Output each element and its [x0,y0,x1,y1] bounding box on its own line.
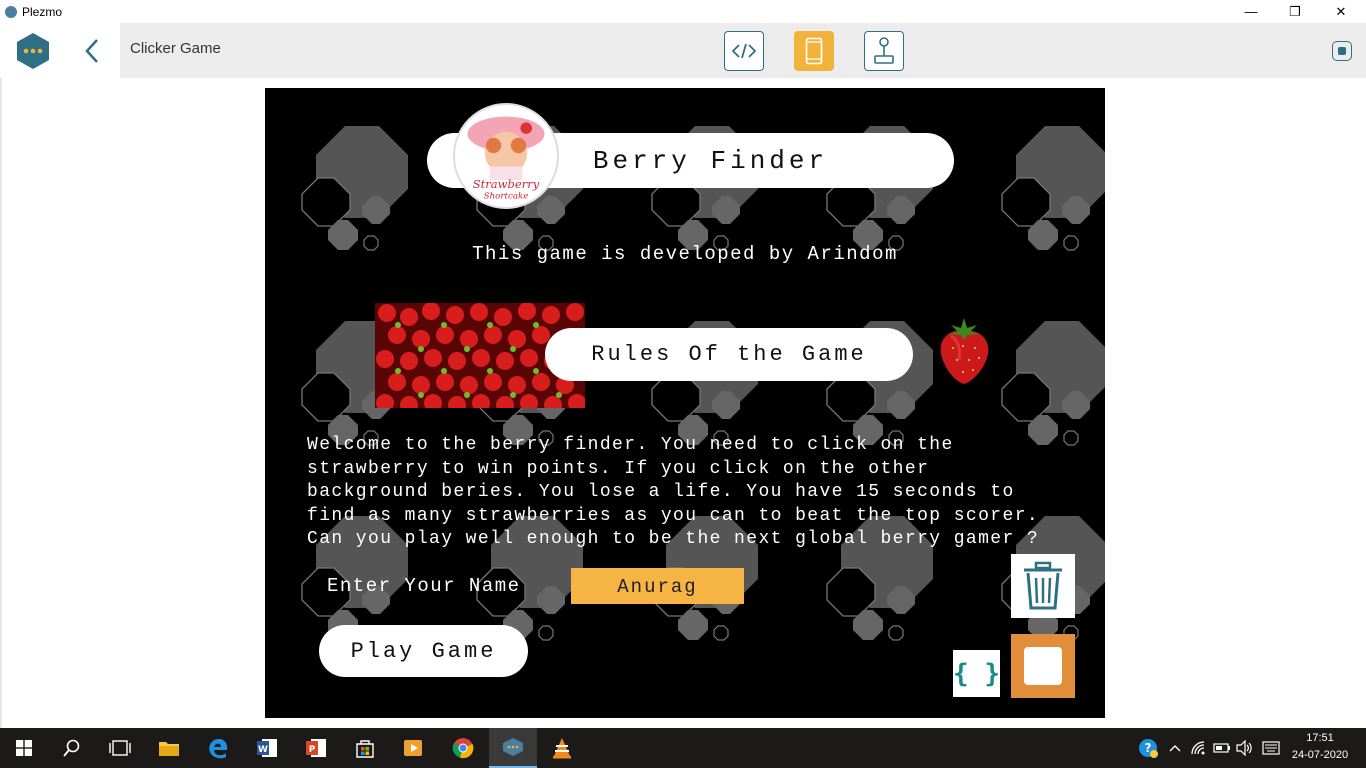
keyboard-icon [1262,741,1280,755]
battery-icon [1213,743,1230,753]
windows-logo-icon [16,740,32,756]
task-view-icon [109,740,131,756]
app-toolbar: Clicker Game [120,23,1366,78]
taskbar-powerpoint[interactable]: P [301,733,331,763]
search-button[interactable] [57,733,87,763]
search-icon [63,739,80,757]
name-input[interactable] [571,568,744,604]
plezmo-app-icon [503,738,523,756]
svg-text:P: P [309,745,316,755]
code-braces-button[interactable]: { } [953,650,1000,697]
svg-text:Shortcake: Shortcake [484,191,529,201]
code-icon [732,43,756,59]
clock-date[interactable]: 24-07-2020 [1290,749,1350,761]
rules-heading: Rules Of the Game [545,328,913,381]
window-titlebar: Plezmo [0,0,1366,23]
minimize-button[interactable]: — [1228,0,1274,23]
tray-keyboard[interactable] [1256,733,1286,763]
help-icon: ? [1139,739,1158,758]
wifi-icon [1191,741,1205,755]
left-divider [0,78,2,728]
task-view-button[interactable] [105,733,135,763]
menu-icon[interactable] [15,33,51,69]
controller-mode-button[interactable] [864,31,904,71]
taskbar-store[interactable] [350,733,380,763]
window-title: Plezmo [22,4,63,19]
stop-button[interactable] [1011,634,1075,698]
media-player-icon [404,740,422,756]
store-icon [356,740,374,758]
strawberry-sprite[interactable] [937,316,992,386]
delete-button[interactable] [1011,554,1075,618]
volume-icon [1236,740,1252,756]
play-game-button[interactable]: Play Game [319,625,528,677]
toolbar-left [0,23,120,78]
taskbar-plezmo[interactable] [489,728,537,768]
taskbar-vlc[interactable] [547,733,577,763]
clock-time[interactable]: 17:51 [1290,732,1350,744]
close-button[interactable]: ✕ [1318,0,1364,23]
project-title: Clicker Game [130,40,221,57]
powerpoint-icon: P [306,739,326,757]
edge-icon [209,738,228,759]
folder-icon [159,742,179,756]
plezmo-logo-icon [5,5,17,18]
tray-help[interactable]: ? [1133,733,1163,763]
logo-text: Strawberry [473,177,540,191]
start-button[interactable] [9,733,39,763]
phone-icon [805,37,823,65]
windows-taskbar: W P ? 17:51 24-07-2020 [0,728,1366,768]
vlc-icon [553,738,571,759]
chevron-up-icon [1169,745,1181,752]
strawberry-shortcake-logo: Strawberry Shortcake [453,103,559,209]
record-button[interactable] [1332,41,1352,61]
code-mode-button[interactable] [724,31,764,71]
svg-text:W: W [258,745,268,755]
taskbar-edge[interactable] [203,733,233,763]
back-arrow-icon[interactable] [82,37,102,65]
chrome-icon [452,738,474,759]
taskbar-word[interactable]: W [252,733,282,763]
restore-button[interactable]: ❐ [1272,0,1318,23]
word-icon: W [257,739,277,757]
rules-text: Welcome to the berry finder. You need to… [307,435,1040,549]
developer-credit: This game is developed by Arindom [472,243,898,265]
name-label: Enter Your Name [327,575,521,597]
taskbar-file-explorer[interactable] [154,733,184,763]
game-stage[interactable]: Berry Finder Strawberry Shortcake This g… [265,88,1105,718]
joystick-icon [874,37,894,64]
app-mode-button[interactable] [794,31,834,71]
taskbar-chrome[interactable] [448,733,478,763]
taskbar-media-app[interactable] [398,733,428,763]
trash-icon [1024,561,1062,610]
